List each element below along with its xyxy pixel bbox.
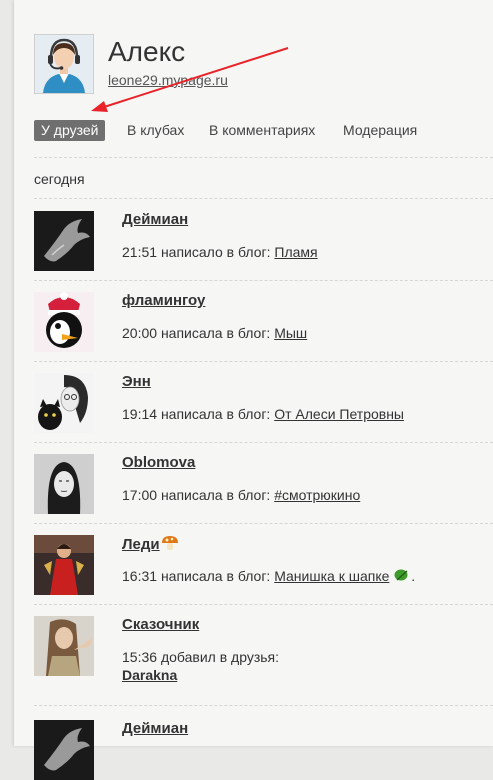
post-link[interactable]: Мыш [274,325,307,341]
user-avatar[interactable] [34,720,94,780]
tab-friends[interactable]: У друзей [34,120,106,141]
activity-time: 21:51 [122,244,158,260]
user-name-link[interactable]: Деймиан [122,720,188,737]
activity-time: 17:00 [122,487,158,503]
user-avatar[interactable] [34,616,94,676]
divider [34,280,493,281]
profile-url-link[interactable]: leone29.mypage.ru [108,72,228,88]
activity-verb: написала в блог: [160,487,271,503]
post-link[interactable]: #смотрюкино [274,487,360,503]
activity-time: 19:14 [122,406,158,422]
user-avatar[interactable] [34,292,94,352]
tab-comments[interactable]: В комментариях [209,120,315,141]
feed-item: фламингоу 20:00 написала в блог: Мыш [34,292,493,352]
feed-item: Энн 19:14 написала в блог: От Алеси Петр… [34,373,493,433]
activity-verb: добавил в друзья: [160,649,280,665]
feed-page: Алекс leone29.mypage.ru У друзей В клуба… [14,0,493,780]
divider [34,157,493,158]
feed-item: Деймиан 21:51 написало в блог: Пламя [34,211,493,271]
user-name-link[interactable]: Сказочник [122,616,199,633]
user-avatar[interactable] [34,535,94,595]
woman-portrait-icon [34,454,94,514]
eagle-silhouette-icon [34,720,94,780]
divider [34,523,493,524]
activity-verb: написала в блог: [160,406,271,422]
feed-item: Сказочник 15:36 добавил в друзья: Darakn… [34,616,493,696]
date-heading: сегодня [34,171,85,187]
tab-clubs[interactable]: В клубах [127,120,184,141]
user-name-link[interactable]: Энн [122,373,151,390]
eagle-silhouette-icon [34,211,94,271]
friend-link[interactable]: Darakna [122,667,177,683]
activity-verb: написала в блог: [160,568,271,585]
activity-text: 19:14 написала в блог: От Алеси Петровны [122,406,404,422]
post-link[interactable]: Пламя [274,244,317,260]
divider [34,442,493,443]
user-name-link[interactable]: Леди [122,535,179,555]
activity-time: 15:36 [122,649,158,665]
tab-moderation[interactable]: Модерация [343,120,417,141]
feed-item: Леди 16:31 написала в блог: Манишка к ша… [34,535,493,595]
feed-item: Oblomova 17:00 написала в блог: #смотрюк… [34,454,493,514]
profile-name: Алекс [108,36,186,67]
punctuation: . [411,568,416,585]
profile-avatar[interactable] [34,34,94,94]
activity-verb: написала в блог: [160,325,271,341]
support-operator-icon [35,35,93,93]
activity-time: 16:31 [122,568,158,585]
activity-text: 15:36 добавил в друзья: [122,649,279,665]
divider [34,198,493,199]
user-name-link[interactable]: Деймиан [122,211,188,228]
activity-verb: написало в блог: [160,244,271,260]
divider [34,604,493,605]
post-link[interactable]: Манишка к шапке [274,568,389,584]
user-avatar[interactable] [34,211,94,271]
post-link[interactable]: От Алеси Петровны [274,406,404,422]
activity-text: 20:00 написала в блог: Мыш [122,325,307,341]
divider [34,705,493,706]
mushroom-icon [161,535,179,555]
leaf-icon [393,568,411,587]
user-avatar[interactable] [34,454,94,514]
penguin-cartoon-icon [34,292,94,352]
activity-text: 16:31 написала в блог: Манишка к шапке . [122,568,415,587]
lady-red-dress-icon [34,535,94,595]
activity-text-continued: Darakna [122,667,177,683]
divider [34,361,493,362]
activity-time: 20:00 [122,325,158,341]
activity-text: 21:51 написало в блог: Пламя [122,244,318,260]
girl-long-hair-icon [34,616,94,676]
girl-with-cat-icon [34,373,94,433]
user-name-link[interactable]: фламингоу [122,292,205,309]
user-name-link[interactable]: Oblomova [122,454,195,471]
feed-item: Деймиан [34,720,493,780]
activity-text: 17:00 написала в блог: #смотрюкино [122,487,360,503]
user-avatar[interactable] [34,373,94,433]
